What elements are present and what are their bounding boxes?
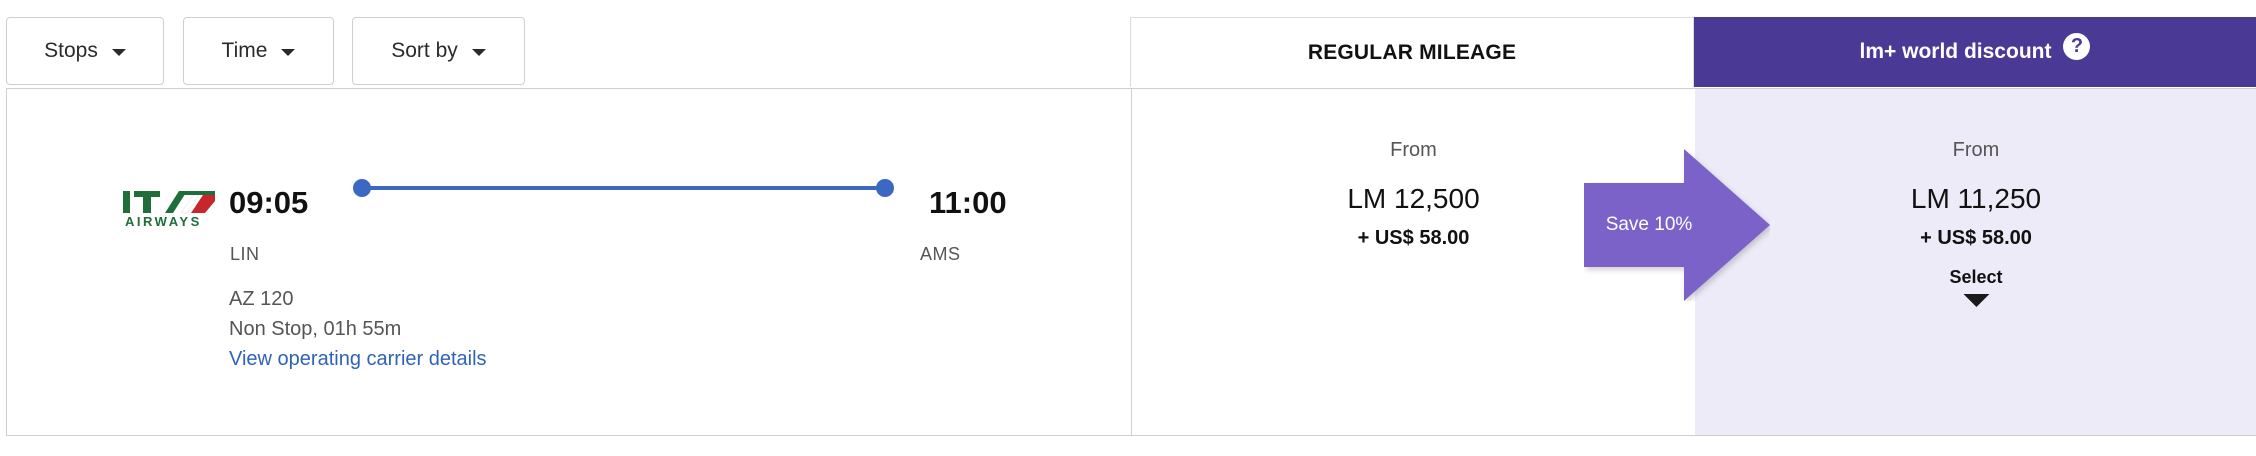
caret-down-icon	[1962, 294, 1989, 307]
flight-number: AZ 120	[229, 288, 294, 310]
regular-mileage-header: REGULAR MILEAGE	[1130, 17, 1694, 87]
caret-down-icon	[471, 48, 486, 56]
help-icon[interactable]: ?	[2063, 32, 2091, 60]
operating-carrier-link[interactable]: View operating carrier details	[229, 348, 487, 371]
origin-airport-code: LIN	[230, 244, 260, 264]
discount-header: lm+ world discount ?	[1694, 17, 2256, 87]
discount-fare-panel[interactable]: From LM 11,250 + US$ 58.00 Select	[1695, 89, 2256, 435]
time-filter-button[interactable]: Time	[183, 17, 334, 85]
select-label: Select	[1949, 267, 2003, 287]
arrival-time: 11:00	[929, 185, 1007, 220]
regular-mileage-title: REGULAR MILEAGE	[1307, 40, 1517, 64]
airline-name-text: AIRWAYS	[125, 214, 202, 229]
ita-logo-mark	[123, 191, 215, 214]
save-percentage-badge: Save 10%	[1584, 149, 1770, 301]
stops-filter-button[interactable]: Stops	[6, 17, 164, 85]
destination-airport-code: AMS	[920, 244, 961, 264]
flight-duration: Non Stop, 01h 55m	[229, 318, 402, 340]
caret-down-icon	[111, 48, 126, 56]
stops-filter-label: Stops	[44, 39, 98, 62]
caret-down-icon	[281, 48, 296, 56]
sort-by-button[interactable]: Sort by	[352, 17, 525, 85]
select-fare-button[interactable]: Select	[1949, 267, 2003, 307]
time-filter-label: Time	[221, 39, 268, 62]
save-percentage-label: Save 10%	[1605, 214, 1693, 235]
origin-dot	[353, 179, 371, 197]
flight-result-card: AIRWAYS 09:05 11:00 LIN AMS AZ 120 Non S…	[6, 88, 2256, 436]
ita-airways-logo: AIRWAYS	[121, 189, 217, 229]
discount-from-label: From	[1952, 139, 2000, 161]
discount-title: lm+ world discount	[1859, 40, 2052, 63]
departure-time: 09:05	[229, 185, 309, 220]
route-line	[360, 186, 886, 190]
destination-dot	[876, 179, 894, 197]
discount-miles-price: LM 11,250	[1910, 183, 2042, 214]
discount-tax-price: + US$ 58.00	[1920, 227, 2032, 249]
sort-by-label: Sort by	[391, 39, 458, 62]
flight-details-panel: AIRWAYS 09:05 11:00 LIN AMS AZ 120 Non S…	[7, 89, 1132, 435]
